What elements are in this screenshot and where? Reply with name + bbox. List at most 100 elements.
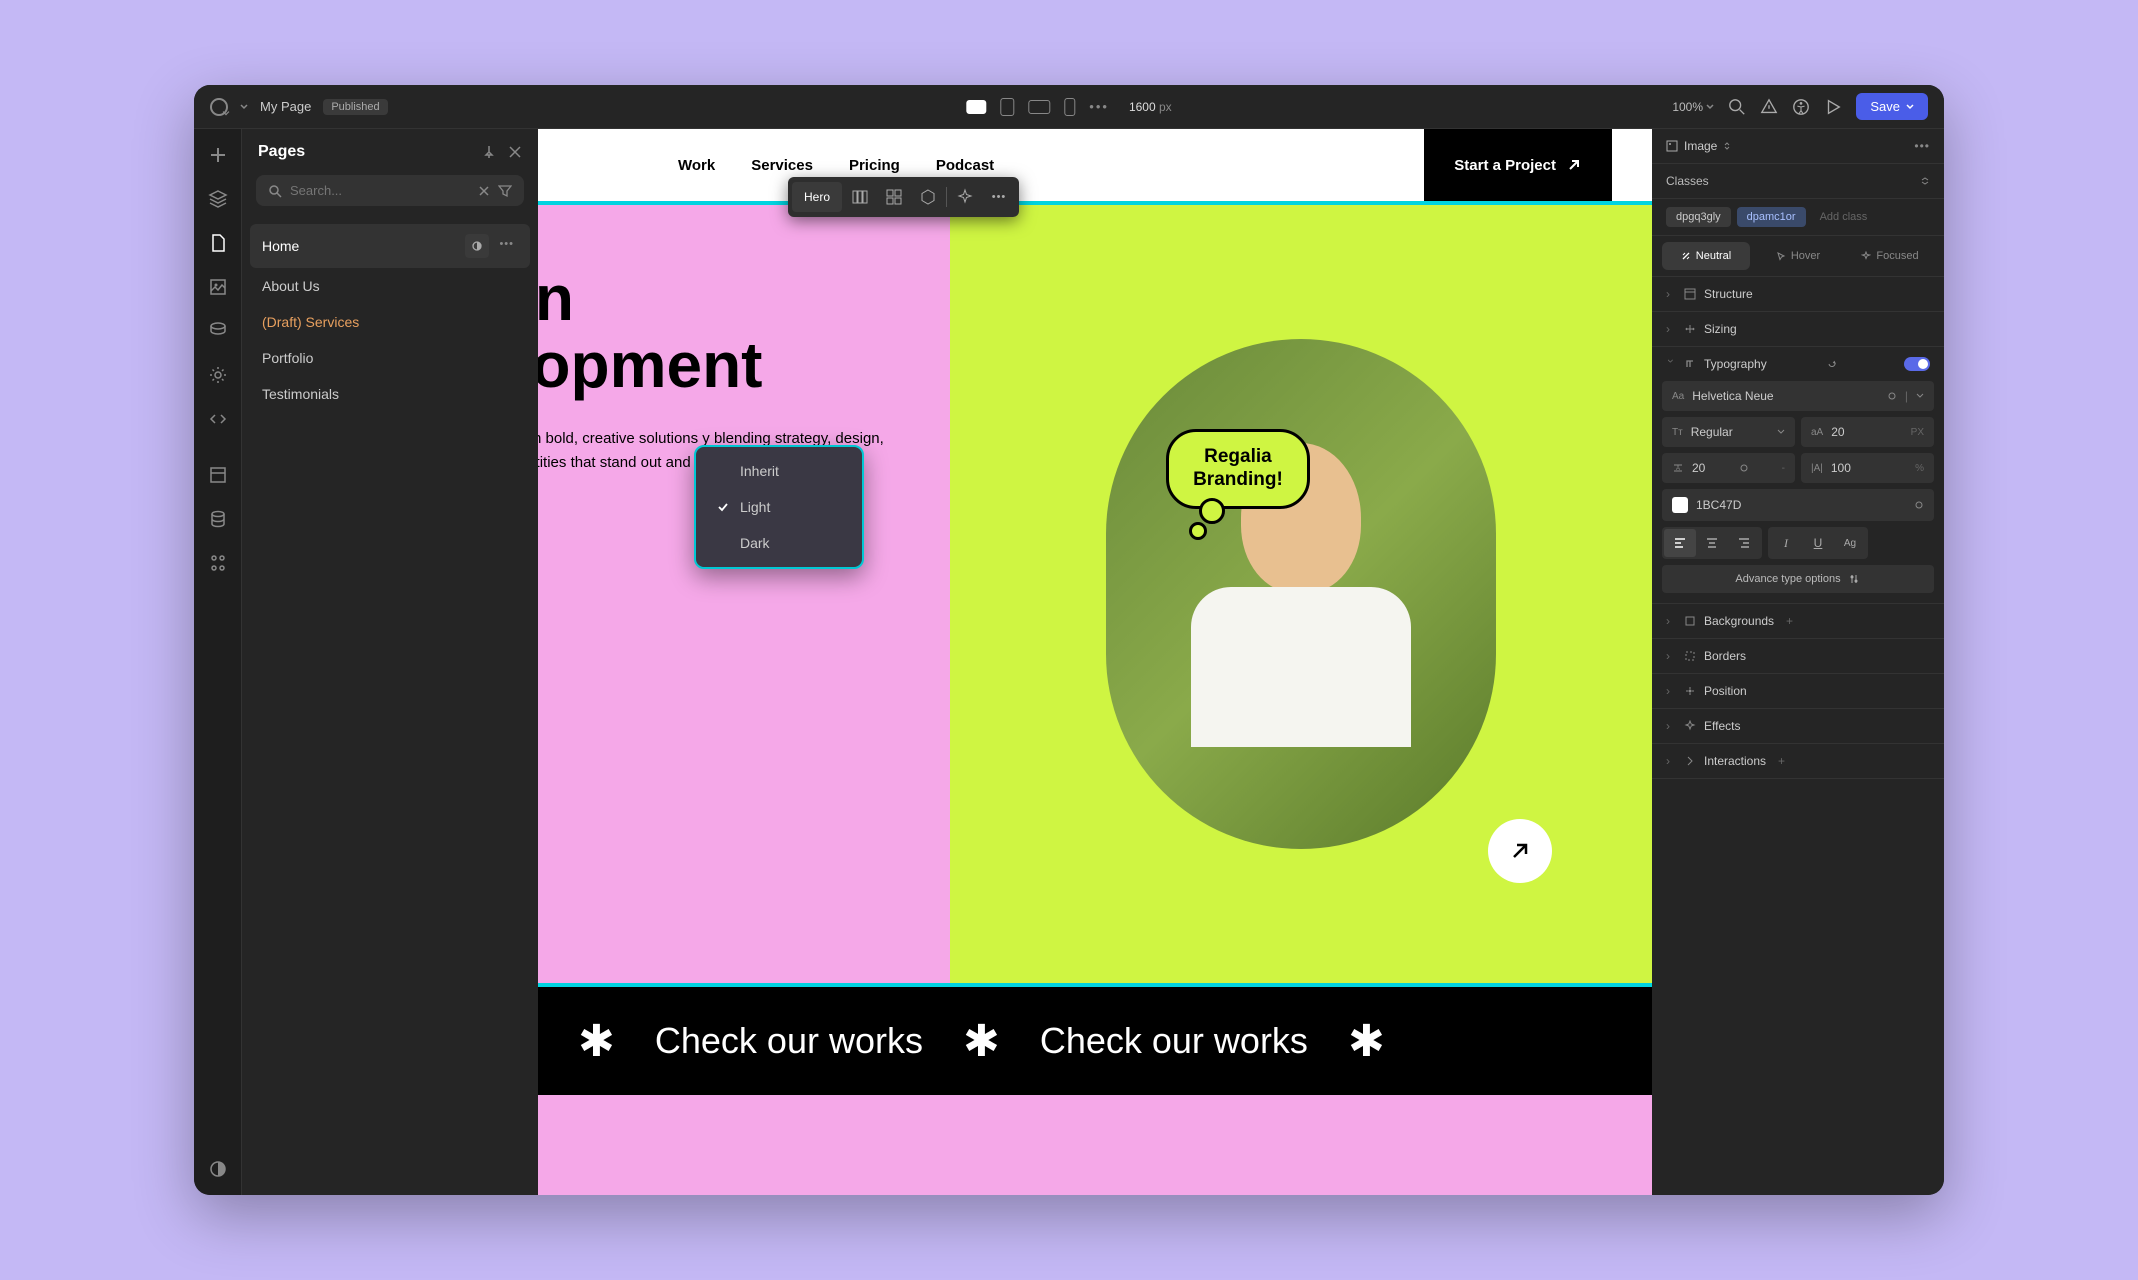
- image-icon[interactable]: [208, 277, 228, 297]
- align-left-btn[interactable]: [1664, 529, 1696, 557]
- star-icon: ✱: [963, 1016, 1000, 1067]
- typography-icon: [1684, 358, 1696, 370]
- section-backgrounds[interactable]: › Backgrounds +: [1652, 604, 1944, 639]
- nav-cta[interactable]: Start a Project: [1424, 129, 1612, 201]
- layers-icon[interactable]: [208, 189, 228, 209]
- page-more-btn[interactable]: •••: [495, 234, 518, 258]
- project-name[interactable]: My Page: [260, 99, 311, 114]
- page-item-services[interactable]: (Draft) Services: [250, 304, 530, 340]
- nav-pricing[interactable]: Pricing: [849, 157, 900, 174]
- page-item-portfolio[interactable]: Portfolio: [250, 340, 530, 376]
- topbar: My Page Published ••• 1600 px 100% Save: [194, 85, 1944, 129]
- search-icon[interactable]: [1728, 98, 1746, 116]
- grid-icon[interactable]: [878, 181, 910, 213]
- arrow-circle-btn[interactable]: [1488, 819, 1552, 883]
- element-more-icon[interactable]: •••: [1914, 139, 1930, 153]
- font-weight-select[interactable]: Tт Regular: [1662, 417, 1795, 447]
- star-icon: ✱: [1348, 1016, 1385, 1067]
- more-devices-icon[interactable]: •••: [1089, 99, 1109, 114]
- section-structure[interactable]: › Structure: [1652, 277, 1944, 312]
- hero-image[interactable]: Regalia Branding!: [1106, 339, 1496, 849]
- nav-work[interactable]: Work: [678, 157, 715, 174]
- marquee: ✱ Check our works ✱ Check our works ✱: [538, 987, 1652, 1095]
- class-pill[interactable]: dpamc1or: [1737, 207, 1806, 227]
- nav-services[interactable]: Services: [751, 157, 813, 174]
- chevron-down-icon[interactable]: [240, 103, 248, 111]
- theme-option-inherit[interactable]: Inherit: [702, 453, 856, 489]
- reset-icon[interactable]: [1826, 358, 1838, 370]
- structure-icon: [1684, 288, 1696, 300]
- device-mobile-icon[interactable]: [1064, 98, 1075, 116]
- pages-icon[interactable]: [208, 233, 228, 253]
- classes-label: Classes: [1666, 174, 1709, 188]
- align-center-btn[interactable]: [1696, 529, 1728, 557]
- align-right-btn[interactable]: [1728, 529, 1760, 557]
- advance-type-btn[interactable]: Advance type options: [1662, 565, 1934, 593]
- hexagon-icon[interactable]: [912, 181, 944, 213]
- warning-icon[interactable]: [1760, 98, 1778, 116]
- page-theme-btn[interactable]: [465, 234, 489, 258]
- theme-option-light[interactable]: Light: [702, 489, 856, 525]
- text-color-input[interactable]: 1BC47D: [1662, 489, 1934, 521]
- more-icon[interactable]: •••: [983, 181, 1015, 213]
- sparkle-icon[interactable]: [949, 181, 981, 213]
- settings-icon[interactable]: [208, 365, 228, 385]
- canvas[interactable]: Work Services Pricing Podcast Start a Pr…: [538, 129, 1652, 1195]
- letter-spacing-input[interactable]: |A| 100 %: [1801, 453, 1934, 483]
- logo-icon[interactable]: [210, 98, 228, 116]
- save-button[interactable]: Save: [1856, 93, 1928, 120]
- variables-icon[interactable]: [208, 553, 228, 573]
- page-item-home[interactable]: Home •••: [250, 224, 530, 268]
- section-interactions[interactable]: › Interactions +: [1652, 744, 1944, 779]
- case-btn[interactable]: Ag: [1834, 529, 1866, 557]
- state-hover[interactable]: Hover: [1754, 242, 1842, 270]
- page-item-about[interactable]: About Us: [250, 268, 530, 304]
- theme-option-dark[interactable]: Dark: [702, 525, 856, 561]
- search-box[interactable]: [256, 175, 524, 206]
- columns-icon[interactable]: [844, 181, 876, 213]
- link-icon[interactable]: [1887, 391, 1897, 401]
- theme-icon[interactable]: [208, 1159, 228, 1179]
- chevron-down-icon[interactable]: [1916, 392, 1924, 400]
- font-size-input[interactable]: aA 20 PX: [1801, 417, 1934, 447]
- device-landscape-icon[interactable]: [1028, 100, 1050, 114]
- class-pill[interactable]: dpgq3gly: [1666, 207, 1731, 227]
- line-height-input[interactable]: A 20 -: [1662, 453, 1795, 483]
- link-icon[interactable]: [1914, 500, 1924, 510]
- italic-btn[interactable]: I: [1770, 529, 1802, 557]
- filter-icon[interactable]: [498, 184, 512, 198]
- components-icon[interactable]: [208, 465, 228, 485]
- color-swatch[interactable]: [1672, 497, 1688, 513]
- page-item-testimonials[interactable]: Testimonials: [250, 376, 530, 412]
- check-icon: [716, 500, 730, 514]
- add-class-input[interactable]: Add class: [1812, 207, 1876, 227]
- section-effects[interactable]: › Effects: [1652, 709, 1944, 744]
- sort-icon[interactable]: [1723, 142, 1731, 150]
- hero-section[interactable]: ign elopment ands with bold, creative so…: [538, 201, 1652, 987]
- add-icon[interactable]: [208, 145, 228, 165]
- accessibility-icon[interactable]: [1792, 98, 1810, 116]
- close-icon[interactable]: [508, 145, 522, 159]
- font-family-select[interactable]: Aa Helvetica Neue |: [1662, 381, 1934, 411]
- section-borders[interactable]: › Borders: [1652, 639, 1944, 674]
- section-sizing[interactable]: › Sizing: [1652, 312, 1944, 347]
- device-desktop-icon[interactable]: [966, 100, 986, 114]
- pin-icon[interactable]: [482, 145, 496, 159]
- state-focused[interactable]: Focused: [1846, 242, 1934, 270]
- section-position[interactable]: › Position: [1652, 674, 1944, 709]
- clear-icon[interactable]: [478, 185, 490, 197]
- typography-toggle[interactable]: [1904, 357, 1930, 371]
- underline-btn[interactable]: U: [1802, 529, 1834, 557]
- nav-podcast[interactable]: Podcast: [936, 157, 994, 174]
- code-icon[interactable]: [208, 409, 228, 429]
- play-icon[interactable]: [1824, 98, 1842, 116]
- zoom-level[interactable]: 100%: [1672, 100, 1714, 114]
- cms-icon[interactable]: [208, 321, 228, 341]
- toolbar-element-label[interactable]: Hero: [792, 182, 842, 212]
- search-input[interactable]: [290, 183, 470, 198]
- state-neutral[interactable]: Neutral: [1662, 242, 1750, 270]
- device-tablet-icon[interactable]: [1000, 98, 1014, 116]
- database-icon[interactable]: [208, 509, 228, 529]
- section-typography[interactable]: › Typography: [1652, 347, 1944, 381]
- expand-icon[interactable]: [1920, 176, 1930, 186]
